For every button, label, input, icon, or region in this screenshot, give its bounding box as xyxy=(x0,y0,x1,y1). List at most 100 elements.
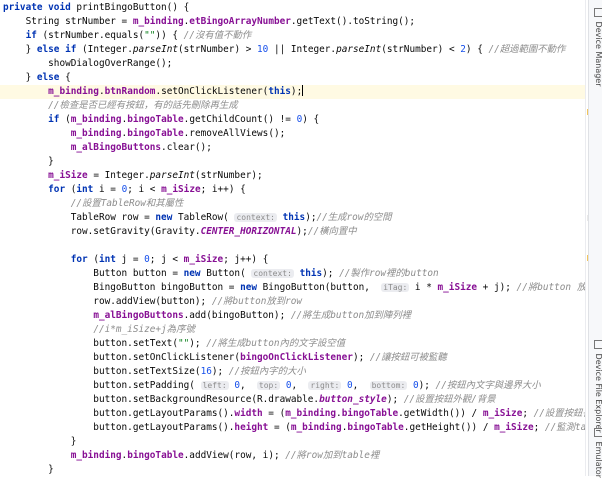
code-token: new xyxy=(240,282,257,293)
parameter-hint: context: xyxy=(234,213,277,222)
code-token: || Integer. xyxy=(268,44,336,55)
code-token: ; j < xyxy=(150,254,184,265)
code-line[interactable]: m_alBingoButtons.add(bingoButton); //將生成… xyxy=(3,309,411,323)
code-token: etBingoArrayNumber xyxy=(189,16,291,27)
code-token: ); xyxy=(297,226,308,237)
code-line[interactable]: row.addView(button); //將button放到row xyxy=(3,295,302,309)
code-line[interactable]: row.setGravity(Gravity.CENTER_HORIZONTAL… xyxy=(3,225,357,239)
code-token: , xyxy=(353,380,370,391)
code-token: "" xyxy=(144,30,155,41)
code-line[interactable]: button.getLayoutParams().height = (m_bin… xyxy=(3,421,586,435)
code-token xyxy=(3,114,48,125)
code-comment: //製作row裡的button xyxy=(339,268,439,279)
tab-device-manager[interactable]: Device Manager xyxy=(591,8,602,87)
code-line[interactable]: BingoButton bingoButton = new BingoButto… xyxy=(3,281,586,295)
code-line[interactable]: for (int j = 0; j < m_iSize; j++) { xyxy=(3,253,268,267)
code-token: ; i < xyxy=(127,184,161,195)
code-comment: //讓按鈕可被監聽 xyxy=(370,352,447,363)
code-line[interactable]: } else { xyxy=(3,71,71,85)
code-token: m_binding xyxy=(71,114,122,125)
code-token: row.addView(button); xyxy=(3,296,212,307)
code-line[interactable]: private void printBingoButton() { xyxy=(3,1,189,15)
code-token: } xyxy=(3,464,54,475)
code-token: .add(bingoButton); xyxy=(184,310,291,321)
editor-scrollbar[interactable] xyxy=(585,0,586,476)
code-token: ; i++) { xyxy=(201,184,246,195)
code-line[interactable]: showDialogOverRange(); xyxy=(3,57,172,71)
code-line[interactable]: if (m_binding.bingoTable.getChildCount()… xyxy=(3,113,319,127)
code-token: if xyxy=(26,30,37,41)
code-comment: //按鈕內字的大小 xyxy=(229,366,306,377)
code-token: TableRow( xyxy=(172,212,234,223)
code-line[interactable]: button.setBackgroundResource(R.drawable.… xyxy=(3,393,496,407)
code-token: button.getLayoutParams(). xyxy=(3,422,234,433)
code-comment: //將button 放進bingobutton類別 xyxy=(517,282,586,293)
code-line[interactable]: //i*m_iSize+j為序號 xyxy=(3,323,195,337)
code-comment: //將生成button內的文字設空值 xyxy=(206,338,345,349)
code-line[interactable]: button.setTextSize(16); //按鈕內字的大小 xyxy=(3,365,306,379)
code-line[interactable]: } xyxy=(3,463,54,476)
code-line[interactable]: if (strNumber.equals("")) { //沒有值不動作 xyxy=(3,29,251,43)
code-line[interactable]: //設置TableRow和其屬性 xyxy=(3,197,183,211)
tab-label: Emulator xyxy=(594,442,602,478)
code-token xyxy=(3,128,71,139)
code-token: int xyxy=(99,254,116,265)
code-token: + j); xyxy=(477,282,517,293)
code-token: ); xyxy=(353,352,370,363)
code-line[interactable]: m_binding.bingoTable.addView(row, i); //… xyxy=(3,449,379,463)
code-line[interactable]: m_alBingoButtons.clear(); xyxy=(3,141,212,155)
code-token: .addView(row, i); xyxy=(184,450,286,461)
code-token: BingoButton bingoButton = xyxy=(3,282,240,293)
code-token: = Integer. xyxy=(88,170,150,181)
code-line[interactable]: button.setText(""); //將生成button內的文字設空值 xyxy=(3,337,345,351)
code-token xyxy=(3,254,71,265)
code-token: parseInt xyxy=(150,170,195,181)
code-token: parseInt xyxy=(336,44,381,55)
code-line[interactable]: button.getLayoutParams().width = (m_bind… xyxy=(3,407,586,421)
code-token: bingoTable xyxy=(127,450,183,461)
code-line[interactable]: button.setOnClickListener(bingoOnClickLi… xyxy=(3,351,447,365)
code-token: (strNumber) > xyxy=(178,44,257,55)
code-comment: //監測table大小後，依table xyxy=(545,422,586,433)
code-line[interactable]: String strNumber = m_binding.etBingoArra… xyxy=(3,15,415,29)
code-line[interactable]: button.setPadding( left: 0, top: 0, righ… xyxy=(3,379,541,393)
code-line[interactable]: //檢查是否已經有按鈕，有的話先刪除再生成 xyxy=(3,99,238,113)
tab-device-file-explorer[interactable]: Device File Explorer xyxy=(591,340,602,433)
code-line[interactable]: } xyxy=(3,155,54,169)
code-token: ; xyxy=(522,408,533,419)
code-line[interactable]: m_iSize = Integer.parseInt(strNumber); xyxy=(3,169,263,183)
code-token xyxy=(3,100,48,111)
code-line[interactable]: } xyxy=(3,435,76,449)
parameter-hint: bottom: xyxy=(370,381,408,390)
code-token: else xyxy=(37,72,60,83)
code-token: TableRow row = xyxy=(3,212,155,223)
code-token xyxy=(3,170,48,181)
code-token: m_iSize xyxy=(48,170,88,181)
code-token: button_style xyxy=(319,394,387,405)
code-line[interactable]: m_binding.bingoTable.removeAllViews(); xyxy=(3,127,285,141)
code-line[interactable]: for (int i = 0; i < m_iSize; i++) { xyxy=(3,183,246,197)
code-token: m_binding xyxy=(71,128,122,139)
emulator-icon xyxy=(594,428,602,437)
tab-emulator[interactable]: Emulator xyxy=(591,428,602,478)
code-token: bingoTable xyxy=(127,128,183,139)
code-editor[interactable]: private void printBingoButton() { String… xyxy=(0,0,586,476)
code-token xyxy=(3,310,93,321)
code-token: .clear(); xyxy=(161,142,212,153)
code-comment: //設置TableRow和其屬性 xyxy=(71,198,184,209)
code-token: m_binding xyxy=(285,408,336,419)
code-token: button.setOnClickListener( xyxy=(3,352,240,363)
code-token: showDialogOverRange(); xyxy=(3,58,172,69)
code-token: m_iSize xyxy=(483,408,523,419)
code-token: int xyxy=(76,184,93,195)
code-token: = ( xyxy=(268,422,291,433)
code-token: ); xyxy=(322,268,339,279)
code-line[interactable]: } else if (Integer.parseInt(strNumber) >… xyxy=(3,43,565,57)
code-line[interactable]: Button button = new Button( context: thi… xyxy=(3,267,439,281)
code-token: this xyxy=(300,268,323,279)
code-line[interactable]: m_binding.btnRandom.setOnClickListener(t… xyxy=(3,85,303,99)
code-line[interactable]: TableRow row = new TableRow( context: th… xyxy=(3,211,392,225)
parameter-hint: iTag: xyxy=(381,283,409,292)
code-comment: //將生成button加到陣列裡 xyxy=(291,310,411,321)
code-token: ( xyxy=(88,254,99,265)
